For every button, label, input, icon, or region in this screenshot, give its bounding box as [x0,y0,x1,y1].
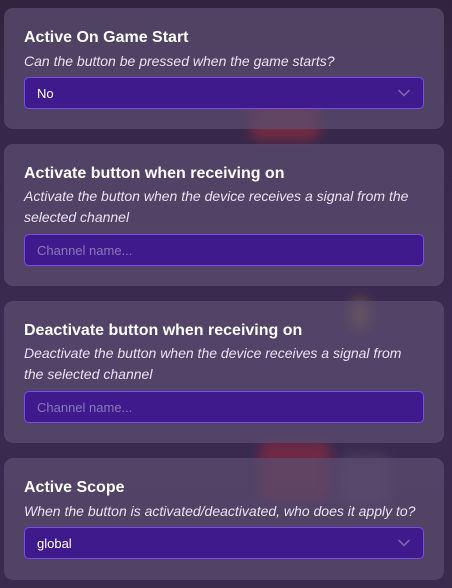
deactivate-channel-field[interactable] [24,391,424,423]
activate-channel-field[interactable] [24,234,424,266]
active-on-game-start-card: Active On Game Start Can the button be p… [4,8,444,129]
selected-value: No [37,85,54,101]
section-title: Deactivate button when receiving on [24,322,303,339]
active-scope-card: Active Scope When the button is activate… [4,458,444,580]
active-on-game-start-select[interactable]: No [24,77,424,109]
section-description: Deactivate the button when the device re… [24,345,402,382]
section-description: Activate the button when the device rece… [24,188,409,225]
active-scope-select[interactable]: global [24,527,424,559]
section-description: When the button is activated/deactivated… [24,503,416,519]
section-title: Active On Game Start [24,29,189,46]
activate-receiving-card: Activate button when receiving on Activa… [4,144,444,286]
section-description: Can the button be pressed when the game … [24,53,335,69]
selected-value: global [37,535,72,551]
section-title: Activate button when receiving on [24,165,285,182]
section-title: Active Scope [24,479,125,496]
activate-channel-input[interactable] [37,242,411,258]
chevron-down-icon [397,536,411,550]
deactivate-receiving-card: Deactivate button when receiving on Deac… [4,301,444,443]
chevron-down-icon [397,86,411,100]
deactivate-channel-input[interactable] [37,399,411,415]
